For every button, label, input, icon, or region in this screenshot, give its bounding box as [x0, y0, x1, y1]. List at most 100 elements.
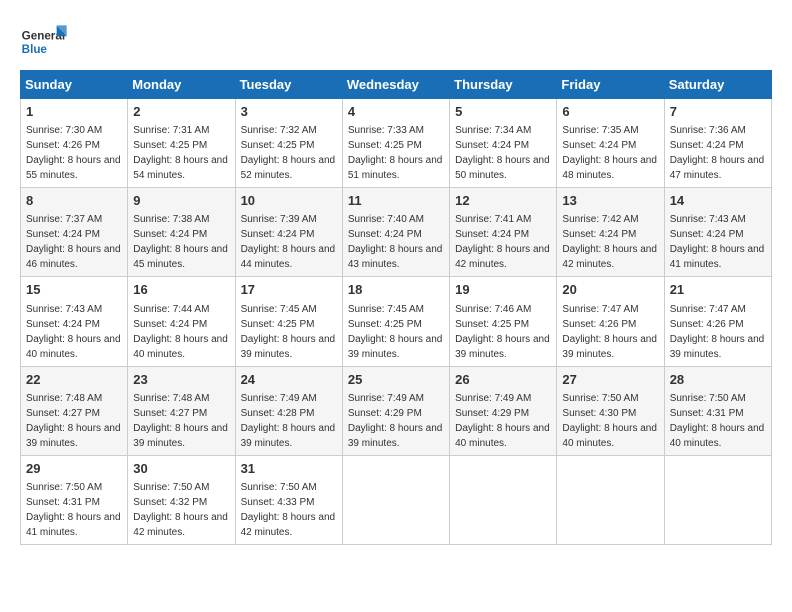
- weekday-header-row: SundayMondayTuesdayWednesdayThursdayFrid…: [21, 71, 772, 99]
- calendar-week-row: 1 Sunrise: 7:30 AMSunset: 4:26 PMDaylight…: [21, 99, 772, 188]
- day-number: 4: [348, 103, 444, 121]
- day-info: Sunrise: 7:50 AMSunset: 4:31 PMDaylight:…: [26, 480, 122, 540]
- day-number: 25: [348, 371, 444, 389]
- calendar-cell: 24 Sunrise: 7:49 AMSunset: 4:28 PMDayligh…: [235, 366, 342, 455]
- calendar-cell: 23Sunrise: 7:48 AMSunset: 4:27 PMDayligh…: [128, 366, 235, 455]
- calendar-cell: 25Sunrise: 7:49 AMSunset: 4:29 PMDayligh…: [342, 366, 449, 455]
- weekday-header-friday: Friday: [557, 71, 664, 99]
- calendar-cell: 6 Sunrise: 7:35 AMSunset: 4:24 PMDaylight…: [557, 99, 664, 188]
- calendar-week-row: 15 Sunrise: 7:43 AMSunset: 4:24 PMDayligh…: [21, 277, 772, 366]
- day-info: Sunrise: 7:43 AMSunset: 4:24 PMDaylight:…: [26, 302, 122, 362]
- calendar-cell: 14 Sunrise: 7:43 AMSunset: 4:24 PMDayligh…: [664, 188, 771, 277]
- calendar-cell: 2 Sunrise: 7:31 AMSunset: 4:25 PMDaylight…: [128, 99, 235, 188]
- day-info: Sunrise: 7:32 AMSunset: 4:25 PMDaylight:…: [241, 123, 337, 183]
- calendar-cell: 27 Sunrise: 7:50 AMSunset: 4:30 PMDayligh…: [557, 366, 664, 455]
- weekday-header-saturday: Saturday: [664, 71, 771, 99]
- day-info: Sunrise: 7:45 AMSunset: 4:25 PMDaylight:…: [348, 302, 444, 362]
- day-number: 31: [241, 460, 337, 478]
- calendar-cell: 13 Sunrise: 7:42 AMSunset: 4:24 PMDayligh…: [557, 188, 664, 277]
- weekday-header-thursday: Thursday: [450, 71, 557, 99]
- day-number: 27: [562, 371, 658, 389]
- day-info: Sunrise: 7:43 AMSunset: 4:24 PMDaylight:…: [670, 212, 766, 272]
- day-number: 26: [455, 371, 551, 389]
- day-number: 15: [26, 281, 122, 299]
- page-header: General Blue: [20, 20, 772, 60]
- calendar-cell: 28Sunrise: 7:50 AMSunset: 4:31 PMDayligh…: [664, 366, 771, 455]
- day-number: 13: [562, 192, 658, 210]
- calendar-cell: 17 Sunrise: 7:45 AMSunset: 4:25 PMDayligh…: [235, 277, 342, 366]
- day-number: 29: [26, 460, 122, 478]
- calendar-cell: 12Sunrise: 7:41 AMSunset: 4:24 PMDayligh…: [450, 188, 557, 277]
- calendar-cell: 20 Sunrise: 7:47 AMSunset: 4:26 PMDayligh…: [557, 277, 664, 366]
- day-info: Sunrise: 7:44 AMSunset: 4:24 PMDaylight:…: [133, 302, 229, 362]
- calendar-cell: 9Sunrise: 7:38 AMSunset: 4:24 PMDaylight…: [128, 188, 235, 277]
- day-number: 19: [455, 281, 551, 299]
- day-info: Sunrise: 7:41 AMSunset: 4:24 PMDaylight:…: [455, 212, 551, 272]
- weekday-header-wednesday: Wednesday: [342, 71, 449, 99]
- day-number: 10: [241, 192, 337, 210]
- calendar-cell: 21Sunrise: 7:47 AMSunset: 4:26 PMDayligh…: [664, 277, 771, 366]
- day-number: 7: [670, 103, 766, 121]
- logo: General Blue: [20, 20, 70, 60]
- day-number: 14: [670, 192, 766, 210]
- calendar-cell: 7 Sunrise: 7:36 AMSunset: 4:24 PMDaylight…: [664, 99, 771, 188]
- calendar-cell: [450, 455, 557, 544]
- calendar-week-row: 29 Sunrise: 7:50 AMSunset: 4:31 PMDayligh…: [21, 455, 772, 544]
- day-number: 6: [562, 103, 658, 121]
- calendar-cell: 29 Sunrise: 7:50 AMSunset: 4:31 PMDayligh…: [21, 455, 128, 544]
- day-info: Sunrise: 7:39 AMSunset: 4:24 PMDaylight:…: [241, 212, 337, 272]
- calendar-cell: 22Sunrise: 7:48 AMSunset: 4:27 PMDayligh…: [21, 366, 128, 455]
- svg-text:Blue: Blue: [22, 43, 48, 56]
- day-number: 18: [348, 281, 444, 299]
- calendar-cell: 3Sunrise: 7:32 AMSunset: 4:25 PMDaylight…: [235, 99, 342, 188]
- day-info: Sunrise: 7:49 AMSunset: 4:29 PMDaylight:…: [455, 391, 551, 451]
- calendar-cell: 4 Sunrise: 7:33 AMSunset: 4:25 PMDaylight…: [342, 99, 449, 188]
- day-number: 5: [455, 103, 551, 121]
- day-info: Sunrise: 7:35 AMSunset: 4:24 PMDaylight:…: [562, 123, 658, 183]
- calendar-cell: 30 Sunrise: 7:50 AMSunset: 4:32 PMDayligh…: [128, 455, 235, 544]
- day-info: Sunrise: 7:47 AMSunset: 4:26 PMDaylight:…: [670, 302, 766, 362]
- day-number: 11: [348, 192, 444, 210]
- day-number: 2: [133, 103, 229, 121]
- day-info: Sunrise: 7:30 AMSunset: 4:26 PMDaylight:…: [26, 123, 122, 183]
- day-number: 1: [26, 103, 122, 121]
- calendar-week-row: 22Sunrise: 7:48 AMSunset: 4:27 PMDayligh…: [21, 366, 772, 455]
- day-number: 20: [562, 281, 658, 299]
- calendar-cell: [664, 455, 771, 544]
- day-number: 24: [241, 371, 337, 389]
- calendar-cell: 16 Sunrise: 7:44 AMSunset: 4:24 PMDayligh…: [128, 277, 235, 366]
- day-info: Sunrise: 7:34 AMSunset: 4:24 PMDaylight:…: [455, 123, 551, 183]
- calendar-cell: 19 Sunrise: 7:46 AMSunset: 4:25 PMDayligh…: [450, 277, 557, 366]
- day-number: 30: [133, 460, 229, 478]
- day-info: Sunrise: 7:50 AMSunset: 4:32 PMDaylight:…: [133, 480, 229, 540]
- calendar-cell: 8Sunrise: 7:37 AMSunset: 4:24 PMDaylight…: [21, 188, 128, 277]
- calendar-cell: 5 Sunrise: 7:34 AMSunset: 4:24 PMDaylight…: [450, 99, 557, 188]
- day-number: 8: [26, 192, 122, 210]
- day-number: 16: [133, 281, 229, 299]
- day-info: Sunrise: 7:46 AMSunset: 4:25 PMDaylight:…: [455, 302, 551, 362]
- day-info: Sunrise: 7:48 AMSunset: 4:27 PMDaylight:…: [26, 391, 122, 451]
- day-info: Sunrise: 7:45 AMSunset: 4:25 PMDaylight:…: [241, 302, 337, 362]
- weekday-header-tuesday: Tuesday: [235, 71, 342, 99]
- calendar-cell: 1 Sunrise: 7:30 AMSunset: 4:26 PMDaylight…: [21, 99, 128, 188]
- day-info: Sunrise: 7:36 AMSunset: 4:24 PMDaylight:…: [670, 123, 766, 183]
- day-number: 23: [133, 371, 229, 389]
- day-info: Sunrise: 7:42 AMSunset: 4:24 PMDaylight:…: [562, 212, 658, 272]
- day-info: Sunrise: 7:50 AMSunset: 4:33 PMDaylight:…: [241, 480, 337, 540]
- day-info: Sunrise: 7:33 AMSunset: 4:25 PMDaylight:…: [348, 123, 444, 183]
- weekday-header-sunday: Sunday: [21, 71, 128, 99]
- calendar-cell: [557, 455, 664, 544]
- calendar-cell: 11 Sunrise: 7:40 AMSunset: 4:24 PMDayligh…: [342, 188, 449, 277]
- day-info: Sunrise: 7:38 AMSunset: 4:24 PMDaylight:…: [133, 212, 229, 272]
- day-info: Sunrise: 7:31 AMSunset: 4:25 PMDaylight:…: [133, 123, 229, 183]
- logo-icon: General Blue: [20, 20, 70, 60]
- day-info: Sunrise: 7:50 AMSunset: 4:30 PMDaylight:…: [562, 391, 658, 451]
- day-number: 17: [241, 281, 337, 299]
- calendar-cell: 15 Sunrise: 7:43 AMSunset: 4:24 PMDayligh…: [21, 277, 128, 366]
- calendar-week-row: 8Sunrise: 7:37 AMSunset: 4:24 PMDaylight…: [21, 188, 772, 277]
- day-number: 28: [670, 371, 766, 389]
- day-info: Sunrise: 7:40 AMSunset: 4:24 PMDaylight:…: [348, 212, 444, 272]
- day-info: Sunrise: 7:47 AMSunset: 4:26 PMDaylight:…: [562, 302, 658, 362]
- day-info: Sunrise: 7:49 AMSunset: 4:28 PMDaylight:…: [241, 391, 337, 451]
- calendar-cell: [342, 455, 449, 544]
